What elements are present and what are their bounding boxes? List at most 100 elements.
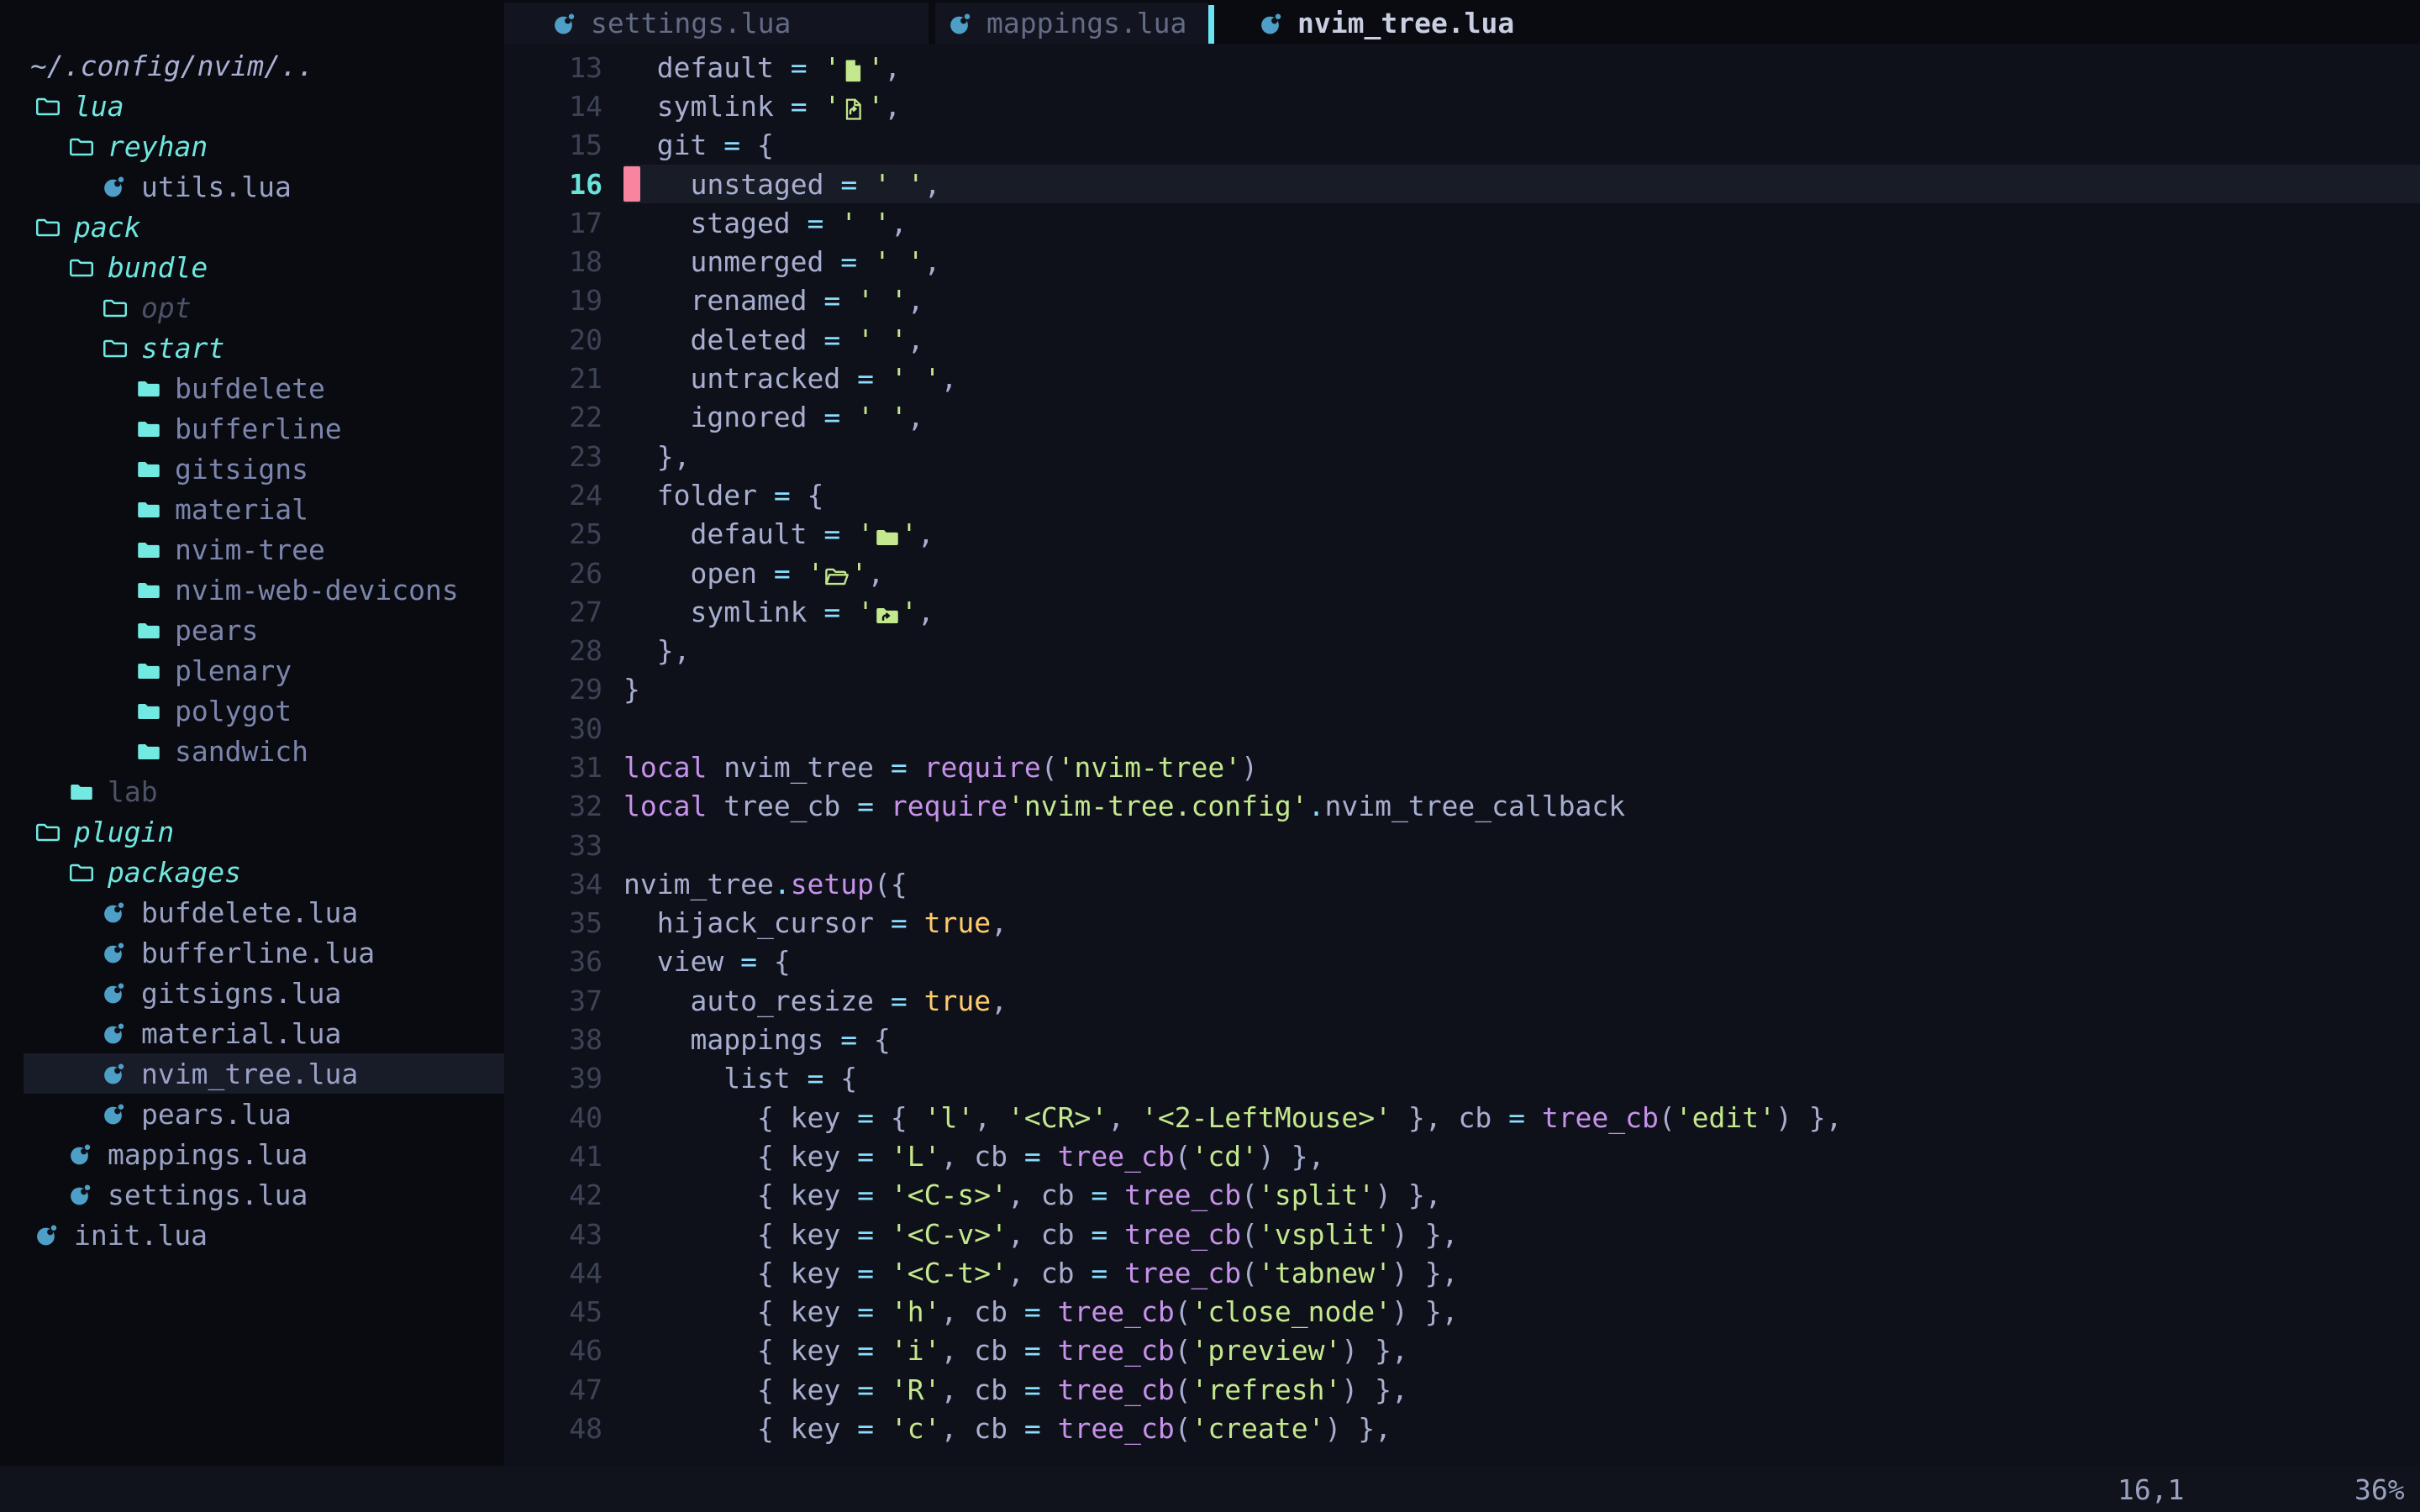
code-line-14[interactable]: 14 symlink = '', [504,87,2420,125]
tree-item-label: lua [74,90,124,123]
code-text: { key = '<C-v>', cb = tree_cb('vsplit') … [623,1218,1458,1251]
code-line-13[interactable]: 13 default = '', [504,48,2420,87]
code-line-26[interactable]: 26 open = '', [504,554,2420,592]
tree-item-reyhan[interactable]: reyhan [0,126,504,166]
code-line-44[interactable]: 44 { key = '<C-t>', cb = tree_cb('tabnew… [504,1253,2420,1292]
tree-item-nvim-tree[interactable]: nvim-tree [0,529,504,570]
code-line-18[interactable]: 18 unmerged = ' ', [504,242,2420,281]
code-text: { key = 'L', cb = tree_cb('cd') }, [623,1140,1325,1173]
tree-item-pears[interactable]: pears [0,610,504,650]
tab-mappings.lua[interactable]: mappings.lua [935,3,1208,44]
tree-item-pack[interactable]: pack [0,207,504,247]
code-line-22[interactable]: 22 ignored = ' ', [504,398,2420,437]
line-number: 29 [504,673,623,706]
tab-settings.lua[interactable]: settings.lua [504,3,929,44]
tree-item-start[interactable]: start [0,328,504,368]
lua-icon [103,900,128,925]
code-line-46[interactable]: 46 { key = 'i', cb = tree_cb('preview') … [504,1331,2420,1370]
tree-item-lab[interactable]: lab [0,771,504,811]
tree-item-bufferline.lua[interactable]: bufferline.lua [0,932,504,973]
code-line-36[interactable]: 36 view = { [504,942,2420,981]
folder-open-icon [103,335,128,360]
tree-item-lua[interactable]: lua [0,86,504,126]
tree-item-label: nvim-web-devicons [175,574,459,606]
tree-item-polygot[interactable]: polygot [0,690,504,731]
code-line-25[interactable]: 25 default = '', [504,515,2420,554]
code-line-20[interactable]: 20 deleted = ' ', [504,320,2420,359]
tree-item-label: utils.lua [141,171,292,203]
code-line-32[interactable]: 32local tree_cb = require'nvim-tree.conf… [504,787,2420,826]
lua-icon [553,11,578,36]
tree-item-init.lua[interactable]: init.lua [0,1215,504,1255]
folder-open-icon [35,819,60,844]
code-line-28[interactable]: 28 }, [504,631,2420,669]
tree-item-sandwich[interactable]: sandwich [0,731,504,771]
folder-icon [136,658,161,683]
code-line-43[interactable]: 43 { key = '<C-v>', cb = tree_cb('vsplit… [504,1215,2420,1253]
tree-item-opt[interactable]: opt [0,287,504,328]
code-line-23[interactable]: 23 }, [504,437,2420,475]
tree-root-path[interactable]: ~/.config/nvim/.. [0,45,504,86]
tree-item-gitsigns[interactable]: gitsigns [0,449,504,489]
code-line-24[interactable]: 24 folder = { [504,475,2420,514]
tree-item-nvim-web-devicons[interactable]: nvim-web-devicons [0,570,504,610]
code-line-30[interactable]: 30 [504,709,2420,748]
code-line-41[interactable]: 41 { key = 'L', cb = tree_cb('cd') }, [504,1137,2420,1175]
code-text: symlink = '', [623,90,901,123]
tree-item-nvim_tree.lua[interactable]: nvim_tree.lua [0,1053,504,1094]
code-line-42[interactable]: 42 { key = '<C-s>', cb = tree_cb('split'… [504,1176,2420,1215]
code-line-29[interactable]: 29} [504,670,2420,709]
tree-item-material[interactable]: material [0,489,504,529]
tree-item-gitsigns.lua[interactable]: gitsigns.lua [0,973,504,1013]
tab-label: mappings.lua [986,7,1186,39]
tab-label: nvim_tree.lua [1297,7,1514,39]
tree-item-pears.lua[interactable]: pears.lua [0,1094,504,1134]
tree-item-label: start [141,332,224,365]
tree-item-label: lab [108,775,158,808]
tree-item-packages[interactable]: packages [0,852,504,892]
line-number: 25 [504,517,623,550]
code-text: { key = 'c', cb = tree_cb('create') }, [623,1412,1392,1445]
code-line-45[interactable]: 45 { key = 'h', cb = tree_cb('close_node… [504,1293,2420,1331]
code-line-37[interactable]: 37 auto_resize = true, [504,981,2420,1020]
code-line-33[interactable]: 33 [504,826,2420,864]
code-line-27[interactable]: 27 symlink = '', [504,592,2420,631]
tree-item-utils.lua[interactable]: utils.lua [0,166,504,207]
code-line-31[interactable]: 31local nvim_tree = require('nvim-tree') [504,748,2420,786]
code-line-47[interactable]: 47 { key = 'R', cb = tree_cb('refresh') … [504,1370,2420,1409]
cursor-block [623,166,640,202]
tree-item-bufdelete.lua[interactable]: bufdelete.lua [0,892,504,932]
editor[interactable]: 13 default = '',14 symlink = '',15 git =… [504,44,2420,1470]
code-line-17[interactable]: 17 staged = ' ', [504,203,2420,242]
line-number: 21 [504,362,623,395]
tree-item-bundle[interactable]: bundle [0,247,504,287]
tree-item-material.lua[interactable]: material.lua [0,1013,504,1053]
folder-icon [136,375,161,401]
tree-item-bufdelete[interactable]: bufdelete [0,368,504,408]
code-line-38[interactable]: 38 mappings = { [504,1020,2420,1058]
code-line-35[interactable]: 35 hijack_cursor = true, [504,904,2420,942]
tree-item-mappings.lua[interactable]: mappings.lua [0,1134,504,1174]
line-number: 36 [504,945,623,978]
tree-item-bufferline[interactable]: bufferline [0,408,504,449]
tree-item-label: bufferline [175,412,342,445]
tree-item-plugin[interactable]: plugin [0,811,504,852]
code-line-48[interactable]: 48 { key = 'c', cb = tree_cb('create') }… [504,1409,2420,1447]
code-line-19[interactable]: 19 renamed = ' ', [504,281,2420,320]
tree-item-label: polygot [175,695,292,727]
code-line-21[interactable]: 21 untracked = ' ', [504,359,2420,397]
code-text: { key = '<C-s>', cb = tree_cb('split') }… [623,1179,1442,1211]
code-line-34[interactable]: 34nvim_tree.setup({ [504,864,2420,903]
tree-item-settings.lua[interactable]: settings.lua [0,1174,504,1215]
line-number: 19 [504,284,623,317]
tree-item-plenary[interactable]: plenary [0,650,504,690]
tab-nvim_tree.lua[interactable]: nvim_tree.lua [1214,3,1613,44]
line-number: 38 [504,1023,623,1056]
code-text: folder = { [623,479,823,512]
folder-icon [136,537,161,562]
code-line-15[interactable]: 15 git = { [504,126,2420,165]
code-line-40[interactable]: 40 { key = { 'l', '<CR>', '<2-LeftMouse>… [504,1098,2420,1137]
code-line-16[interactable]: 16 unstaged = ' ', [504,165,2420,203]
folder-icon [136,577,161,602]
code-line-39[interactable]: 39 list = { [504,1059,2420,1098]
